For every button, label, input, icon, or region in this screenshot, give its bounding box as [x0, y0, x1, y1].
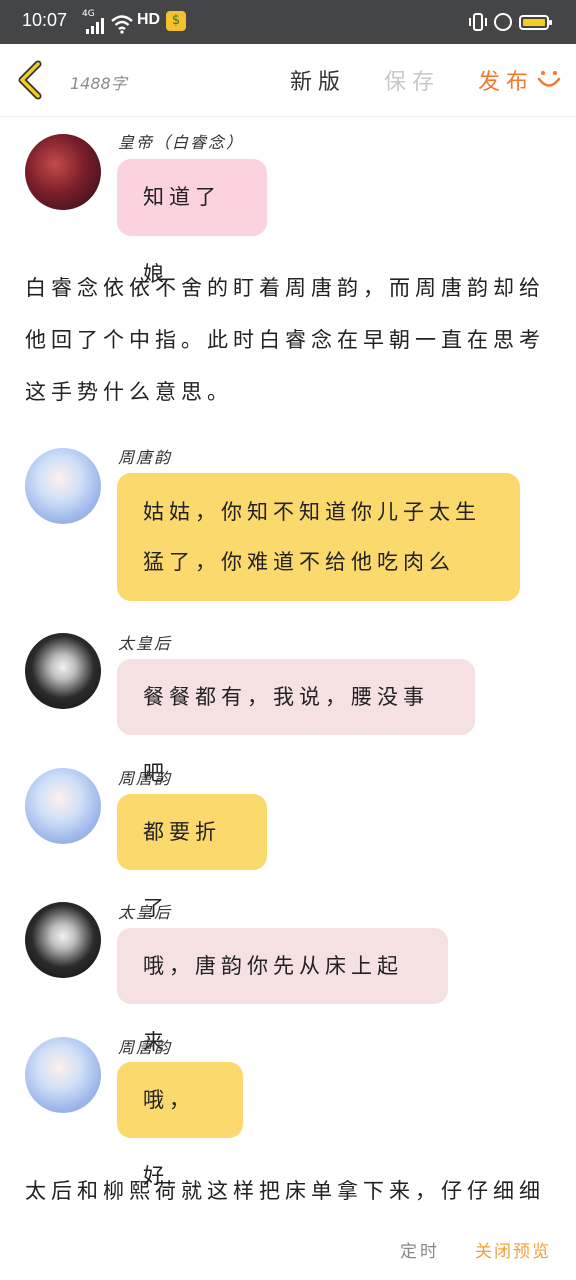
- avatar[interactable]: [25, 902, 101, 978]
- chat-bubble: 哦，好: [117, 1062, 243, 1188]
- avatar[interactable]: [25, 448, 101, 524]
- app-notification-icon: $: [166, 11, 186, 31]
- bubble-line: 猛了，你难道不给他吃肉么: [143, 550, 455, 574]
- status-time: 10:07: [22, 10, 68, 30]
- hd-indicator: HD: [137, 11, 161, 28]
- battery-icon: [519, 15, 552, 30]
- narration-line: 他回了个中指。此时白睿念在早朝一直在思考: [25, 328, 545, 352]
- speaker-name: 周唐韵: [118, 1038, 173, 1057]
- avatar[interactable]: [25, 134, 101, 210]
- narration-line: 白睿念依依不舍的盯着周唐韵，而周唐韵却给: [25, 276, 545, 300]
- signal-icon: [86, 18, 104, 34]
- bottom-bar: 定时 关闭预览: [0, 1225, 576, 1280]
- new-version-button[interactable]: 新版: [290, 64, 346, 96]
- speaker-name: 太皇后: [118, 634, 173, 653]
- narration-line: 这手势什么意思。: [25, 380, 233, 404]
- narration-paragraph: 白睿念依依不舍的盯着周唐韵，而周唐韵却给 他回了个中指。此时白睿念在早朝一直在思…: [25, 262, 555, 418]
- speaker-name: 周唐韵: [118, 448, 173, 467]
- avatar[interactable]: [25, 633, 101, 709]
- narration-paragraph: 太后和柳熙荷就这样把床单拿下来，仔仔细细: [25, 1165, 555, 1217]
- alarm-icon: [494, 13, 512, 31]
- speaker-name: 太皇后: [118, 903, 173, 922]
- chat-bubble: 哦，唐韵你先从床上起来: [117, 928, 448, 1054]
- save-button[interactable]: 保存: [384, 64, 440, 96]
- close-preview-button[interactable]: 关闭预览: [475, 1237, 551, 1262]
- chat-bubble: 姑姑，你知不知道你儿子太生 猛了，你难道不给他吃肉么: [117, 473, 520, 601]
- chat-bubble: 餐餐都有，我说，腰没事吧: [117, 659, 475, 785]
- story-preview: 皇帝（白睿念） 知道了娘 白睿念依依不舍的盯着周唐韵，而周唐韵却给 他回了个中指…: [0, 117, 576, 1225]
- avatar[interactable]: [25, 1037, 101, 1113]
- publish-button[interactable]: 发布: [478, 64, 534, 96]
- chat-bubble: 都要折了: [117, 794, 267, 920]
- wifi-icon: [111, 15, 133, 34]
- smiley-icon[interactable]: [536, 66, 562, 92]
- speaker-name: 皇帝（白睿念）: [118, 133, 245, 152]
- status-bar: 10:07 4G HD $: [0, 0, 576, 44]
- narration-line: 太后和柳熙荷就这样把床单拿下来，仔仔细细: [25, 1179, 545, 1203]
- speaker-name: 周唐韵: [118, 769, 173, 788]
- editor-toolbar: 1488字 新版 保存 发布: [0, 44, 576, 117]
- vibrate-icon: [469, 13, 487, 31]
- chat-bubble: 知道了娘: [117, 159, 267, 286]
- word-count: 1488字: [70, 74, 127, 93]
- bubble-line: 姑姑，你知不知道你儿子太生: [143, 500, 481, 524]
- back-arrow-icon[interactable]: [14, 60, 48, 100]
- avatar[interactable]: [25, 768, 101, 844]
- schedule-button[interactable]: 定时: [400, 1237, 440, 1262]
